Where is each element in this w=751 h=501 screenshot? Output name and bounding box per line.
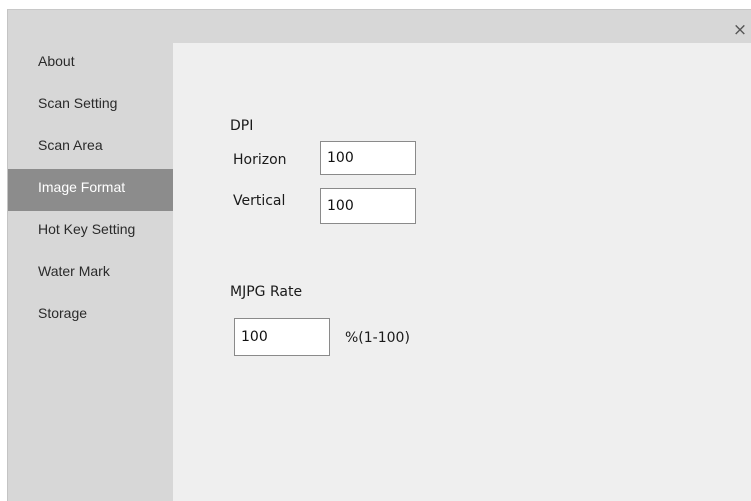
image-format-panel: DPI Horizon Vertical MJPG Rate %(1-100) [173, 43, 751, 501]
sidebar-item-about[interactable]: About [8, 43, 173, 85]
sidebar-item-water-mark[interactable]: Water Mark [8, 253, 173, 295]
close-icon[interactable]: × [729, 20, 751, 42]
vertical-dpi-input[interactable] [320, 188, 416, 224]
sidebar-item-scan-area[interactable]: Scan Area [8, 127, 173, 169]
sidebar-item-image-format[interactable]: Image Format [8, 169, 173, 211]
vertical-dpi-label: Vertical [233, 193, 286, 209]
horizontal-dpi-label: Horizon [233, 152, 287, 168]
mjpg-rate-heading: MJPG Rate [230, 284, 303, 300]
mjpg-rate-input[interactable] [234, 318, 330, 356]
sidebar-item-label: Storage [38, 305, 88, 321]
sidebar-item-label: Scan Area [38, 137, 103, 153]
settings-window: × About Scan Setting Scan Area Image For… [7, 9, 751, 501]
sidebar-nav: About Scan Setting Scan Area Image Forma… [8, 43, 173, 337]
sidebar-item-label: About [38, 53, 75, 69]
sidebar-item-storage[interactable]: Storage [8, 295, 173, 337]
sidebar-item-label: Water Mark [38, 263, 110, 279]
sidebar-item-scan-setting[interactable]: Scan Setting [8, 85, 173, 127]
sidebar-item-hot-key-setting[interactable]: Hot Key Setting [8, 211, 173, 253]
dpi-heading: DPI [230, 118, 254, 134]
sidebar-item-label: Scan Setting [38, 95, 118, 111]
sidebar-item-label: Image Format [38, 179, 126, 195]
sidebar-item-label: Hot Key Setting [38, 221, 136, 237]
horizontal-dpi-input[interactable] [320, 141, 416, 175]
mjpg-range-hint: %(1-100) [345, 330, 410, 346]
